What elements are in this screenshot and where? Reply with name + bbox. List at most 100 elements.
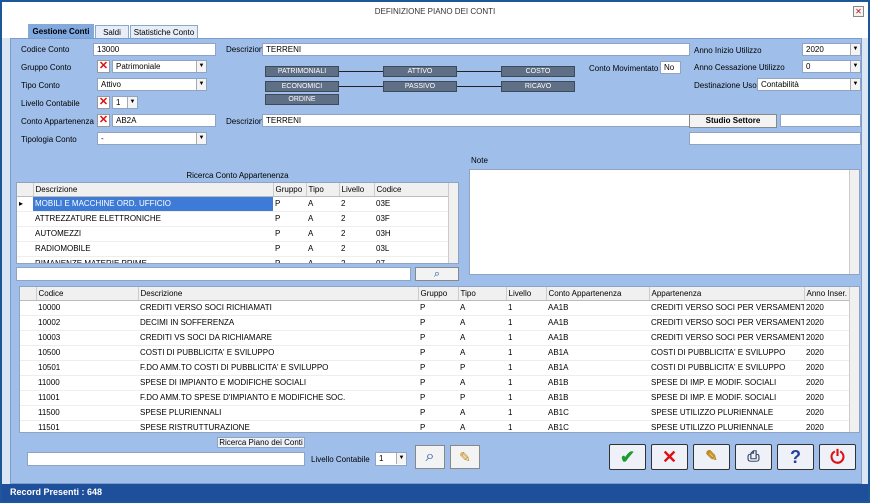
- search-icon[interactable]: ⌕: [415, 445, 445, 469]
- chevron-down-icon[interactable]: ▼: [127, 97, 137, 108]
- table-row[interactable]: 10500 COSTI DI PUBBLICITA' E SVILUPPO P A 1 A…: [20, 345, 859, 361]
- row-indicator: [17, 211, 33, 227]
- vertical-scrollbar[interactable]: [849, 170, 859, 274]
- table-row[interactable]: AUTOMEZZI P A 2 03H: [17, 226, 458, 242]
- ricerca-piano-input[interactable]: [27, 452, 305, 466]
- table-cell: SPESE UTILIZZO PLURIENNALE: [649, 405, 804, 421]
- table-row[interactable]: 11501 SPESE RISTRUTTURAZIONE P A 1 AB1C SPESE …: [20, 420, 859, 432]
- clear-x-icon[interactable]: ✕: [97, 60, 110, 73]
- table-row[interactable]: ATTREZZATURE ELETTRONICHE P A 2 03F: [17, 211, 458, 227]
- table-cell: SPESE UTILIZZO PLURIENNALE: [649, 420, 804, 432]
- table-cell: ATTREZZATURE ELETTRONICHE: [33, 211, 273, 227]
- table-row[interactable]: RIMANENZE MATERIE PRIME P A 2 07: [17, 256, 458, 263]
- column-header[interactable]: Descrizione: [138, 287, 419, 301]
- power-exit-icon[interactable]: ⏻: [819, 444, 856, 470]
- clear-x-icon[interactable]: ✕: [97, 96, 110, 109]
- table-cell: 1: [506, 405, 546, 421]
- note-textarea[interactable]: [469, 169, 860, 275]
- chevron-down-icon[interactable]: ▼: [850, 44, 860, 55]
- table-cell: A: [458, 330, 506, 346]
- table-row[interactable]: 10003 CREDITI VS SOCI DA RICHIAMARE P A 1 AA1…: [20, 330, 859, 346]
- table-row[interactable]: 10000 CREDITI VERSO SOCI RICHIAMATI P A 1 AA1…: [20, 300, 859, 316]
- table-row[interactable]: 11000 SPESE DI IMPIANTO E MODIFICHE SOCIA…: [20, 375, 859, 391]
- studio-settore-desc-field[interactable]: [689, 132, 861, 145]
- flow-arrow: [339, 71, 383, 72]
- column-header[interactable]: Livello: [506, 287, 547, 301]
- table-row[interactable]: 11001 F.DO AMM.TO SPESE D'IMPIANTO E MODI…: [20, 390, 859, 406]
- conto-appartenenza-label: Conto Appartenenza: [21, 117, 94, 126]
- flow-attivo: ATTIVO: [383, 66, 457, 77]
- tipologia-conto-select[interactable]: - ▼: [97, 132, 207, 145]
- codice-conto-field[interactable]: 13000: [93, 43, 216, 56]
- studio-settore-field[interactable]: [780, 114, 861, 127]
- table-cell: P: [418, 330, 458, 346]
- table-cell: P: [273, 211, 306, 227]
- table-cell: A: [458, 315, 506, 331]
- help-icon[interactable]: ?: [777, 444, 814, 470]
- flow-arrow: [457, 86, 501, 87]
- table-row[interactable]: 10002 DECIMI IN SOFFERENZA P A 1 AA1B CREDITI …: [20, 315, 859, 331]
- chevron-down-icon[interactable]: ▼: [196, 61, 206, 72]
- column-header[interactable]: Codice: [374, 183, 458, 197]
- column-header[interactable]: Conto Appartenenza: [546, 287, 650, 301]
- livello-contabile-select[interactable]: 1 ▼: [112, 96, 138, 109]
- chevron-down-icon[interactable]: ▼: [850, 61, 860, 72]
- ricerca-conto-input[interactable]: [16, 267, 411, 281]
- broom-icon[interactable]: ✎: [693, 444, 730, 470]
- studio-settore-button[interactable]: Studio Settore: [689, 114, 777, 128]
- table-cell: CREDITI VERSO SOCI PER VERSAMENTI ...: [649, 300, 804, 316]
- table-row[interactable]: ▸ MOBILI E MACCHINE ORD. UFFICIO P A 2 0…: [17, 196, 458, 212]
- table-cell: A: [458, 345, 506, 361]
- tipo-conto-select[interactable]: Attivo ▼: [97, 78, 207, 91]
- cancel-x-icon[interactable]: ✕: [651, 444, 688, 470]
- vertical-scrollbar[interactable]: [448, 183, 458, 263]
- table-cell: P: [418, 375, 458, 391]
- column-header[interactable]: Descrizione: [33, 183, 274, 197]
- tab-gestione-conti[interactable]: Gestione Conti: [28, 24, 94, 39]
- broom-icon[interactable]: ✎: [450, 445, 480, 469]
- row-indicator: [20, 345, 36, 361]
- table-cell: RADIOMOBILE: [33, 241, 273, 257]
- clear-x-icon[interactable]: ✕: [97, 114, 110, 127]
- anno-cessazione-select[interactable]: 0 ▼: [802, 60, 861, 73]
- column-header[interactable]: Codice: [36, 287, 139, 301]
- column-header[interactable]: Gruppo: [273, 183, 307, 197]
- column-header[interactable]: Tipo: [458, 287, 507, 301]
- table-cell: COSTI DI PUBBLICITA' E SVILUPPO: [649, 345, 804, 361]
- conto-appartenenza-field[interactable]: AB2A: [112, 114, 216, 127]
- vertical-scrollbar[interactable]: [849, 287, 859, 432]
- anno-cessazione-value: 0: [806, 62, 811, 71]
- tab-saldi[interactable]: Saldi: [95, 25, 129, 39]
- descrizione-field[interactable]: TERRENI: [262, 43, 690, 56]
- table-cell: 1: [506, 330, 546, 346]
- column-header[interactable]: Gruppo: [418, 287, 459, 301]
- table-cell: P: [273, 241, 306, 257]
- chevron-down-icon[interactable]: ▼: [850, 79, 860, 90]
- row-indicator: [17, 226, 33, 242]
- table-cell: P: [273, 256, 306, 263]
- row-indicator: [20, 390, 36, 406]
- record-count: Record Presenti : 648: [10, 487, 103, 497]
- conto-movimentato-field[interactable]: No: [660, 61, 681, 74]
- chevron-down-icon[interactable]: ▼: [196, 79, 206, 90]
- close-icon[interactable]: ✕: [853, 6, 864, 17]
- descrizione-appartenenza-field[interactable]: TERRENI: [262, 114, 690, 127]
- column-header[interactable]: Livello: [339, 183, 375, 197]
- printer-icon[interactable]: ⎙: [735, 444, 772, 470]
- chevron-down-icon[interactable]: ▼: [396, 453, 406, 464]
- table-row[interactable]: RADIOMOBILE P A 2 03L: [17, 241, 458, 257]
- column-header[interactable]: Tipo: [306, 183, 340, 197]
- destinazione-uso-select[interactable]: Contabilità ▼: [757, 78, 861, 91]
- search-icon[interactable]: ⌕: [415, 267, 459, 281]
- anno-inizio-select[interactable]: 2020 ▼: [802, 43, 861, 56]
- gruppo-conto-select[interactable]: Patrimoniale ▼: [112, 60, 207, 73]
- table-row[interactable]: 11500 SPESE PLURIENNALI P A 1 AB1C SPESE UTILI…: [20, 405, 859, 421]
- table-row[interactable]: 10501 F.DO AMM.TO COSTI DI PUBBLICITA' E …: [20, 360, 859, 376]
- chevron-down-icon[interactable]: ▼: [196, 133, 206, 144]
- table-cell: AB1C: [546, 420, 649, 432]
- livello-contabile-bottom-select[interactable]: 1 ▼: [375, 452, 407, 466]
- confirm-check-icon[interactable]: ✔: [609, 444, 646, 470]
- destinazione-uso-label: Destinazione Uso: [694, 81, 757, 90]
- column-header[interactable]: Appartenenza: [649, 287, 805, 301]
- tab-statistiche-conto[interactable]: Statistiche Conto: [130, 25, 198, 39]
